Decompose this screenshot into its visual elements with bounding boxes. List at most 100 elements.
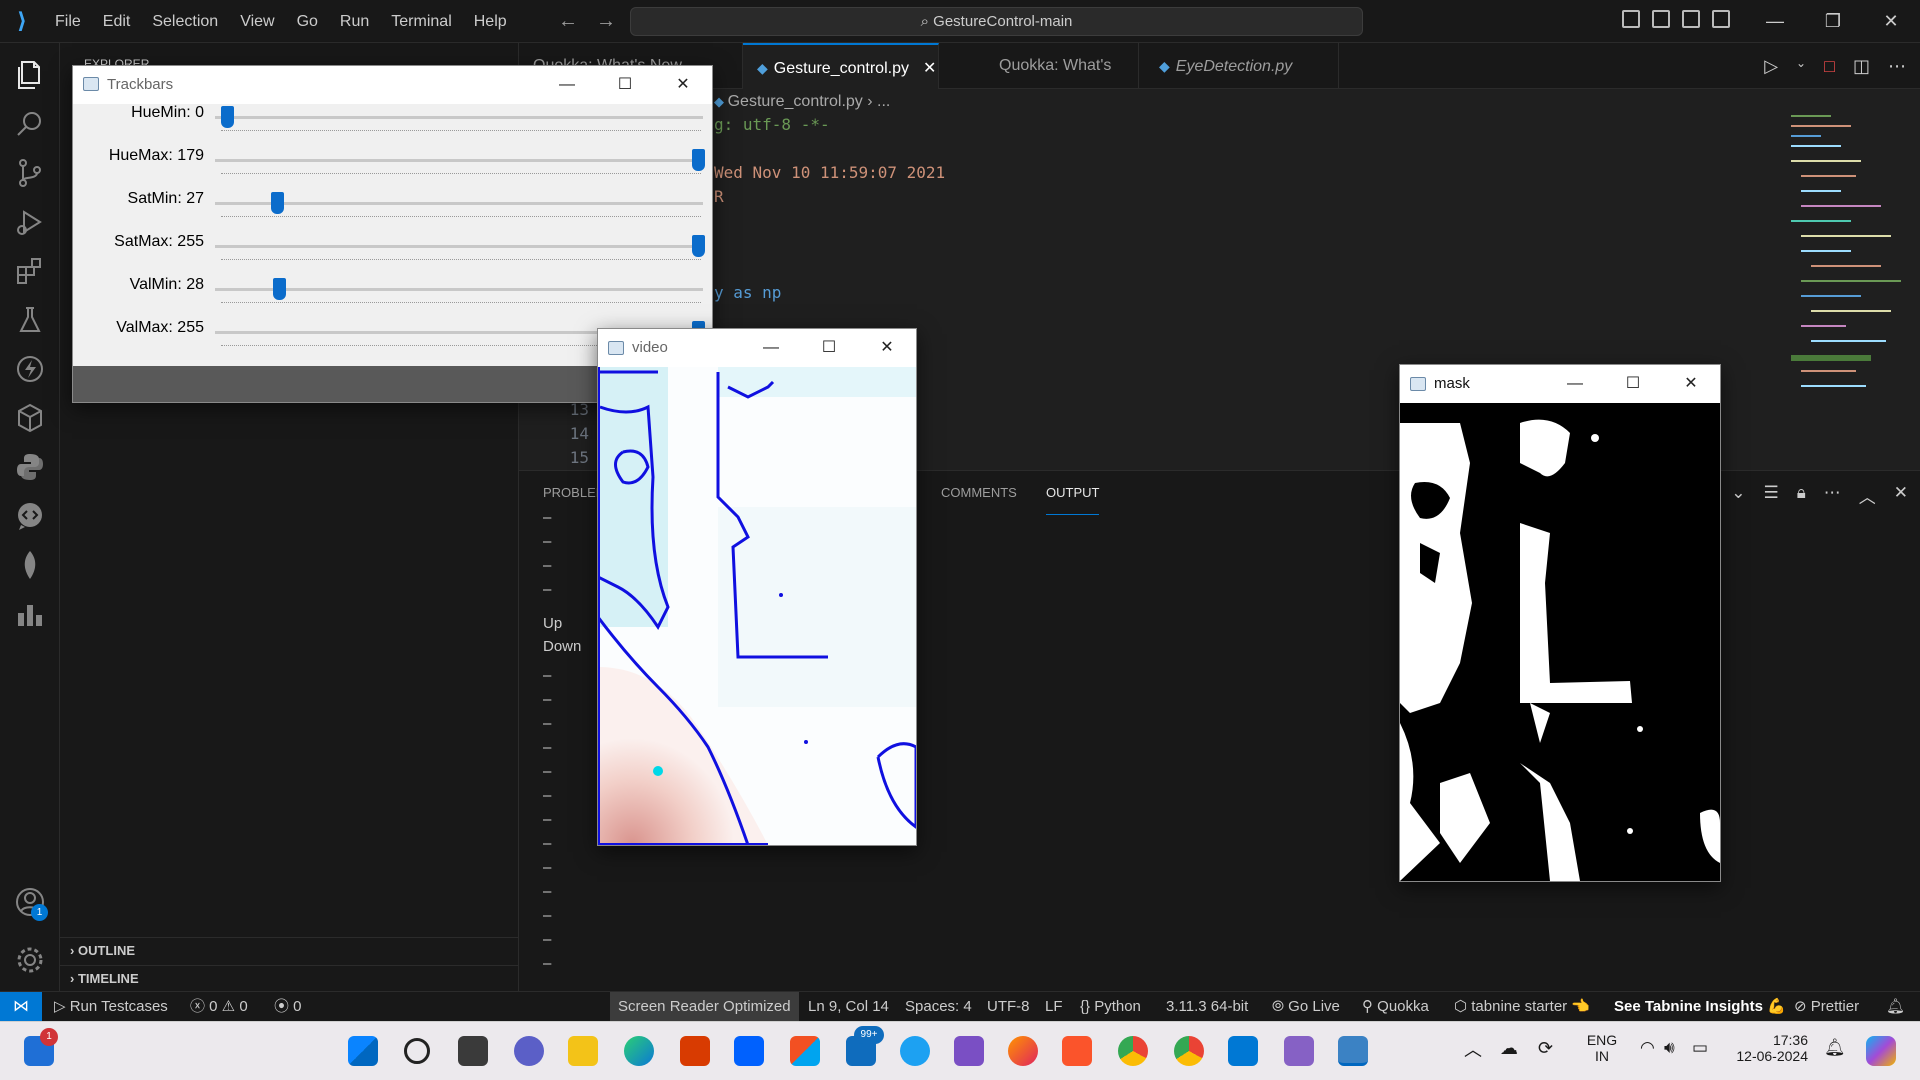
menu-view[interactable]: View	[229, 0, 285, 43]
language-item[interactable]: {} Python	[1080, 992, 1141, 1022]
volume-icon[interactable]: 🔊︎	[1664, 1038, 1675, 1058]
remote-indicator-icon[interactable]: ⋈	[0, 992, 42, 1022]
search-icon[interactable]	[13, 107, 47, 141]
tab-output[interactable]: OUTPUT	[1046, 471, 1100, 515]
trackbar-track[interactable]	[215, 159, 703, 162]
bar-chart-icon[interactable]	[13, 597, 47, 631]
chrome-icon[interactable]	[1118, 1036, 1148, 1066]
run-testcases-item[interactable]: ▷ Run Testcases	[54, 992, 168, 1022]
indentation-item[interactable]: Spaces: 4	[905, 992, 972, 1022]
trackbar-track[interactable]	[215, 116, 703, 119]
window-title-bar[interactable]: Trackbars — ☐ ✕	[73, 66, 712, 104]
explorer-icon[interactable]	[13, 58, 47, 92]
close-icon[interactable]: ✕	[654, 66, 712, 104]
file-explorer-icon[interactable]	[568, 1036, 598, 1066]
notification-bell-icon[interactable]: 🔔︎	[1824, 1038, 1846, 1058]
encoding-item[interactable]: UTF-8	[987, 992, 1030, 1022]
timeline-section[interactable]: › TIMELINE	[60, 965, 519, 991]
chat-code-icon[interactable]	[13, 499, 47, 533]
menu-run[interactable]: Run	[329, 0, 380, 43]
toggle-sidebar-icon[interactable]	[1622, 10, 1640, 28]
go-live-item[interactable]: ⦾ Go Live	[1272, 992, 1340, 1022]
breadcrumb-rest[interactable]: ...	[877, 93, 890, 110]
run-python-icon[interactable]: ▷	[1764, 56, 1778, 77]
eol-item[interactable]: LF	[1045, 992, 1063, 1022]
sync-icon[interactable]: ⟳	[1538, 1038, 1553, 1059]
clear-output-icon[interactable]: ☰	[1763, 483, 1778, 508]
python-window-icon[interactable]	[1338, 1036, 1368, 1066]
source-control-icon[interactable]	[13, 156, 47, 190]
problems-item[interactable]: ⓧ 0 ⚠ 0	[190, 992, 248, 1022]
close-panel-icon[interactable]: ✕	[1894, 483, 1908, 508]
microsoft-store-icon[interactable]	[790, 1036, 820, 1066]
trackbar-thumb[interactable]	[221, 106, 234, 128]
back-arrow-icon[interactable]: ←	[558, 10, 596, 32]
testing-flask-icon[interactable]	[13, 303, 47, 337]
toggle-panel-icon[interactable]	[1652, 10, 1670, 28]
minimize-icon[interactable]: —	[742, 329, 800, 367]
menu-file[interactable]: File	[44, 0, 92, 43]
trackbar-thumb[interactable]	[270, 192, 284, 214]
tabnine-item[interactable]: ⬡ tabnine starter 👈	[1454, 992, 1590, 1022]
menu-help[interactable]: Help	[463, 0, 518, 43]
windows-start-icon[interactable]	[348, 1036, 378, 1066]
minimap[interactable]	[1781, 115, 1906, 470]
brave-icon[interactable]	[1062, 1036, 1092, 1066]
clock[interactable]: 17:36 12-06-2024	[1700, 1032, 1808, 1064]
quokka-lightning-icon[interactable]	[13, 352, 47, 386]
teams-chat-icon[interactable]	[514, 1036, 544, 1066]
extensions-icon[interactable]	[13, 254, 47, 288]
weather-icon[interactable]	[900, 1036, 930, 1066]
maximize-panel-icon[interactable]: ︿	[1859, 483, 1876, 508]
trackbar-track[interactable]	[215, 202, 703, 205]
tab-gesture-control[interactable]: ◆ Gesture_control.py ✕	[743, 43, 939, 89]
screen-reader-item[interactable]: Screen Reader Optimized	[610, 992, 799, 1022]
python-icon[interactable]	[13, 450, 47, 484]
prettier-item[interactable]: ⊘ Prettier	[1794, 992, 1859, 1022]
manage-gear-icon[interactable]	[13, 943, 47, 977]
tab-quokka-whats-new-2[interactable]: Quokka: What's New	[939, 43, 1139, 120]
copilot-icon[interactable]	[1866, 1036, 1896, 1066]
vscode-icon[interactable]	[1228, 1036, 1258, 1066]
menu-terminal[interactable]: Terminal	[380, 0, 462, 43]
stop-icon[interactable]: □	[1824, 56, 1835, 77]
restore-icon[interactable]: ❐	[1804, 0, 1862, 43]
trackbar-thumb[interactable]	[692, 149, 705, 171]
output-channel-dropdown-icon[interactable]: ⌄	[1731, 483, 1745, 508]
command-center-search[interactable]: ⌕ GestureControl-main	[630, 7, 1363, 36]
tab-eye-detection[interactable]: ◆ EyeDetection.py	[1139, 43, 1339, 89]
more-actions-icon[interactable]: ⋯	[1824, 483, 1841, 508]
tab-comments[interactable]: COMMENTS	[941, 471, 1017, 515]
cube-icon[interactable]	[13, 401, 47, 435]
trackbar-track[interactable]	[215, 245, 703, 248]
edge-icon[interactable]	[624, 1036, 654, 1066]
trackbar-track[interactable]	[215, 288, 703, 291]
task-view-icon[interactable]	[458, 1036, 488, 1066]
menu-edit[interactable]: Edit	[92, 0, 142, 43]
lock-scroll-icon[interactable]: 🔒︎	[1797, 483, 1806, 508]
snipping-tool-icon[interactable]	[954, 1036, 984, 1066]
forward-arrow-icon[interactable]: →	[596, 10, 634, 32]
toggle-secondary-sidebar-icon[interactable]	[1682, 10, 1700, 28]
outline-section[interactable]: › OUTLINE	[60, 937, 519, 963]
maximize-icon[interactable]: ☐	[800, 329, 858, 367]
tab-close-icon[interactable]: ✕	[923, 60, 936, 77]
app-icon[interactable]	[1284, 1036, 1314, 1066]
menu-selection[interactable]: Selection	[141, 0, 229, 43]
interpreter-item[interactable]: 3.11.3 64-bit	[1166, 992, 1248, 1022]
split-editor-icon[interactable]: ◫	[1853, 56, 1870, 77]
breadcrumb-file[interactable]: Gesture_control.py	[728, 93, 863, 110]
wps-office-icon[interactable]	[680, 1036, 710, 1066]
minimize-icon[interactable]: —	[1546, 365, 1604, 403]
minimize-icon[interactable]: —	[538, 66, 596, 104]
customize-layout-icon[interactable]	[1712, 10, 1730, 28]
wifi-icon[interactable]: ◠	[1640, 1038, 1655, 1058]
quokka-item[interactable]: ⚲ Quokka	[1362, 992, 1429, 1022]
maximize-icon[interactable]: ☐	[596, 66, 654, 104]
notifications-bell-icon[interactable]: 🔔︎	[1886, 992, 1905, 1022]
close-icon[interactable]: ✕	[858, 329, 916, 367]
trackbar-thumb[interactable]	[692, 235, 705, 257]
window-title-bar[interactable]: video — ☐ ✕	[598, 329, 916, 367]
menu-go[interactable]: Go	[286, 0, 329, 43]
minimize-icon[interactable]: —	[1746, 0, 1804, 43]
